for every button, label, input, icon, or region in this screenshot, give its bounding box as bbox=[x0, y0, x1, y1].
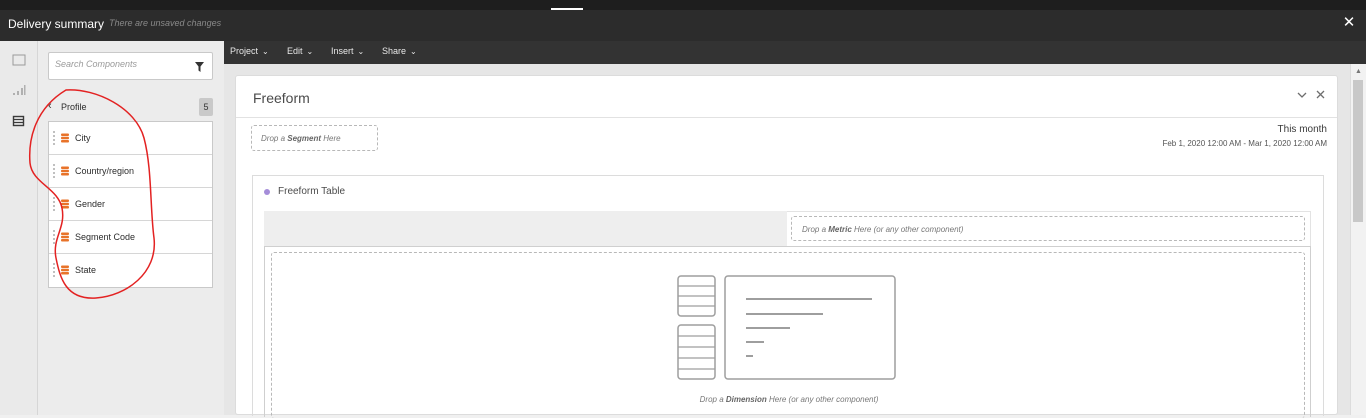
group-count-badge: 5 bbox=[199, 98, 213, 116]
list-item[interactable]: Segment Code bbox=[49, 221, 212, 254]
left-rail bbox=[0, 41, 38, 415]
list-item-label: Gender bbox=[75, 199, 106, 209]
drop-bold: Metric bbox=[828, 225, 852, 234]
list-item-label: City bbox=[75, 133, 91, 143]
dimension-icon bbox=[61, 199, 69, 209]
drop-suffix: Here bbox=[321, 134, 341, 143]
search-box bbox=[48, 52, 213, 80]
dimension-icon bbox=[61, 133, 69, 143]
drop-prefix: Drop a bbox=[699, 395, 726, 404]
panel-title[interactable]: Freeform bbox=[253, 90, 310, 106]
drop-prefix: Drop a bbox=[261, 134, 288, 143]
menu-label: Insert bbox=[331, 46, 354, 56]
dimension-icon bbox=[61, 166, 69, 176]
drag-handle-icon[interactable] bbox=[53, 230, 55, 244]
status-dot-icon bbox=[264, 189, 270, 195]
component-list: City Country/region Gender Segment Code … bbox=[48, 121, 213, 288]
close-panel-icon[interactable] bbox=[1316, 90, 1325, 99]
drop-prefix: Drop a bbox=[802, 225, 829, 234]
unsaved-changes-note: There are unsaved changes bbox=[109, 18, 222, 28]
profile-group-header[interactable]: ‹ Profile 5 bbox=[48, 97, 213, 119]
date-range-label: This month bbox=[1277, 124, 1327, 135]
top-strip bbox=[0, 0, 1366, 10]
chevron-down-icon: ⌄ bbox=[306, 47, 314, 56]
metric-drop-zone[interactable]: Drop a Metric Here (or any other compone… bbox=[791, 216, 1305, 241]
chevron-down-icon: ⌄ bbox=[262, 47, 269, 56]
components-panel: ‹ Profile 5 City Country/region Gender S… bbox=[38, 41, 224, 415]
list-item-label: Segment Code bbox=[75, 232, 136, 242]
dimension-drop-caption: Drop a Dimension Here (or any other comp… bbox=[272, 395, 1306, 404]
drag-handle-icon[interactable] bbox=[53, 164, 55, 178]
menu-project[interactable]: Project ⌄ bbox=[230, 46, 269, 56]
menu-share[interactable]: Share ⌄ bbox=[382, 46, 417, 56]
drop-bold: Dimension bbox=[725, 395, 767, 404]
scroll-up-icon[interactable]: ▲ bbox=[1355, 68, 1362, 75]
scrollbar-thumb[interactable] bbox=[1353, 80, 1363, 222]
list-item[interactable]: Country/region bbox=[49, 155, 212, 188]
chevron-down-icon: ⌄ bbox=[410, 47, 417, 56]
empty-table-illustration-icon bbox=[677, 275, 896, 380]
list-item[interactable]: State bbox=[49, 254, 212, 287]
components-icon[interactable] bbox=[12, 115, 26, 127]
search-input[interactable] bbox=[55, 59, 185, 69]
list-item[interactable]: Gender bbox=[49, 188, 212, 221]
vertical-scrollbar[interactable]: ▲ bbox=[1350, 64, 1366, 415]
dimension-icon bbox=[61, 232, 69, 242]
date-range-value: Feb 1, 2020 12:00 AM - Mar 1, 2020 12:00… bbox=[1162, 139, 1327, 148]
menu-label: Edit bbox=[287, 46, 303, 56]
collapse-chevron-icon[interactable] bbox=[1297, 91, 1307, 99]
drop-bold: Segment bbox=[287, 134, 322, 143]
menu-bar: Project ⌄ Edit ⌄ Insert ⌄ Share ⌄ bbox=[224, 41, 1366, 64]
dimension-icon bbox=[61, 265, 69, 275]
drag-handle-icon[interactable] bbox=[53, 197, 55, 211]
chevron-down-icon: ⌄ bbox=[357, 47, 365, 56]
menu-label: Share bbox=[382, 46, 407, 56]
project-title[interactable]: Delivery summary bbox=[8, 17, 104, 31]
drop-suffix: Here (or any other component) bbox=[766, 395, 879, 404]
panel-icon[interactable] bbox=[12, 54, 26, 66]
menu-label: Project bbox=[230, 46, 259, 56]
table-header-cell bbox=[264, 211, 787, 246]
drag-handle-icon[interactable] bbox=[53, 263, 55, 277]
table-title[interactable]: Freeform Table bbox=[278, 186, 345, 197]
title-bar: Delivery summary There are unsaved chang… bbox=[0, 10, 1366, 41]
date-range-picker[interactable]: This month Feb 1, 2020 12:00 AM - Mar 1,… bbox=[1162, 124, 1327, 148]
group-label: Profile bbox=[61, 102, 87, 112]
drag-handle-icon[interactable] bbox=[53, 131, 55, 145]
visualization-icon[interactable] bbox=[12, 84, 26, 96]
menu-edit[interactable]: Edit ⌄ bbox=[287, 46, 313, 56]
list-item-label: State bbox=[75, 265, 97, 275]
filter-icon[interactable] bbox=[195, 62, 204, 72]
list-item[interactable]: City bbox=[49, 122, 212, 155]
menu-insert[interactable]: Insert ⌄ bbox=[331, 46, 364, 56]
segment-drop-zone[interactable]: Drop a Segment Here bbox=[251, 125, 378, 151]
drop-suffix: Here (or any other component) bbox=[851, 225, 964, 234]
back-chevron-icon[interactable]: ‹ bbox=[48, 100, 52, 112]
header-divider bbox=[236, 117, 1337, 118]
list-item-label: Country/region bbox=[75, 166, 135, 176]
close-icon[interactable]: ✕ bbox=[1342, 15, 1356, 30]
